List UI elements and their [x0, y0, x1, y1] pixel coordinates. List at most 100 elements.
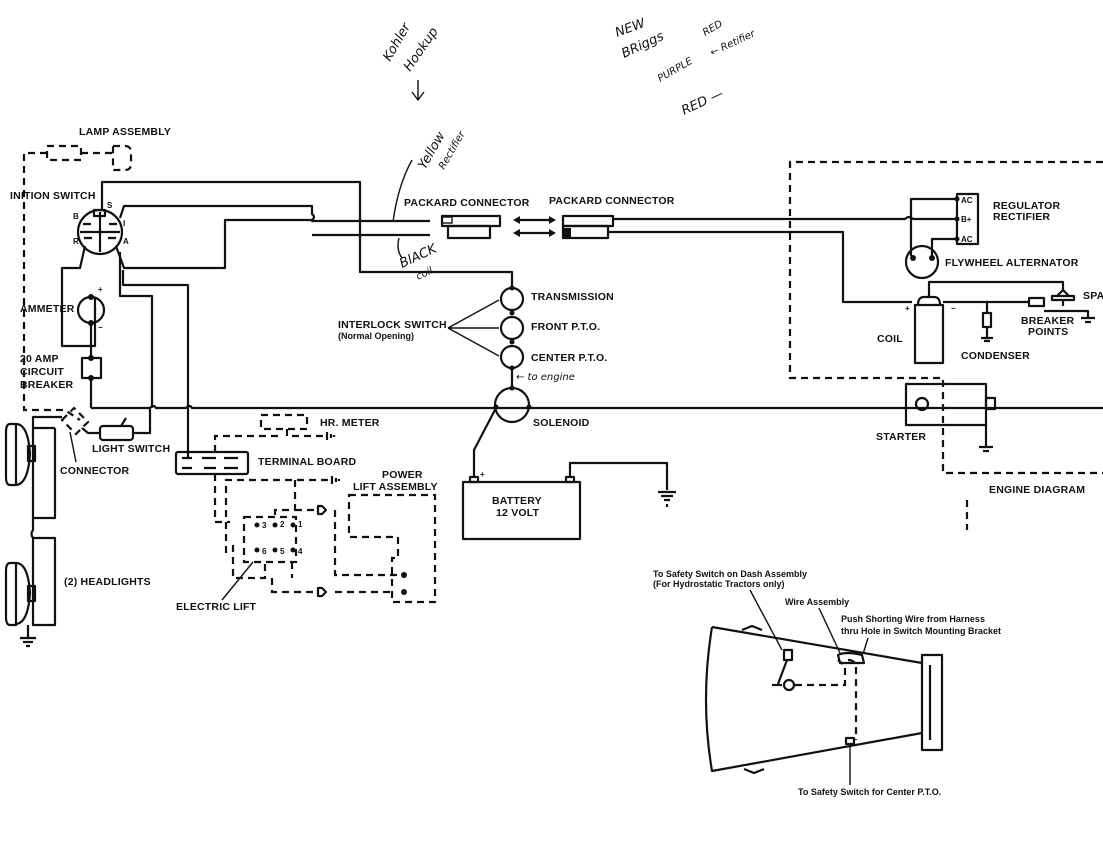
- alternator-terminal-2: [929, 255, 935, 261]
- pin-label-i: I: [123, 219, 125, 228]
- lift-wire-e: [270, 578, 392, 594]
- electric-lift-body: [242, 515, 298, 564]
- coil-top: [916, 295, 942, 306]
- wire-a-loop: [114, 218, 312, 270]
- light-switch-label: LIGHT SWITCH: [92, 443, 170, 455]
- inset-dash-safety-sublabel: (For Hydrostatic Tractors only): [653, 579, 785, 589]
- light-switch-lever: [120, 417, 127, 427]
- lamp-socket: [45, 144, 83, 162]
- pin-label-s: S: [107, 201, 113, 210]
- flywheel-alternator-label: FLYWHEEL ALTERNATOR: [945, 257, 1079, 269]
- breaker-box: [80, 356, 103, 380]
- lift-pin-6: [254, 547, 260, 553]
- interlock-transmission: [499, 286, 525, 312]
- headlight-lower-icon: [4, 561, 32, 627]
- solenoid: SOLENOID: [472, 385, 589, 478]
- inset-bracket: [920, 653, 944, 752]
- note-black-leader: [397, 237, 403, 259]
- inset-wire-assembly-label: Wire Assembly: [785, 597, 849, 607]
- power-lift-terminal-1: [401, 572, 407, 578]
- light-switch: LIGHT SWITCH: [81, 408, 170, 455]
- starter-body: [904, 382, 988, 427]
- headlight-ground-icon: [20, 625, 36, 648]
- power-lift-label-line2: LIFT ASSEMBLY: [353, 481, 438, 493]
- ammeter-minus-label: −: [98, 323, 103, 332]
- lift-wire-c: [273, 480, 315, 517]
- ignition-switch-cross: [80, 212, 120, 252]
- inset-dash-safety-label: To Safety Switch on Dash Assembly: [653, 569, 807, 579]
- inset-shorting-wire-sublabel: thru Hole in Switch Mounting Bracket: [841, 626, 1001, 636]
- note-black: BlACK: [397, 241, 440, 272]
- ammeter-gauge-icon: [76, 295, 106, 325]
- light-switch-body: [98, 424, 135, 442]
- battery-label: BATTERY: [492, 495, 542, 507]
- spark-plug-icon: [1050, 289, 1076, 306]
- coil-minus-label: −: [951, 304, 956, 313]
- breaker-label-line1: 20 AMP: [20, 353, 59, 365]
- hr-meter: HR. METER: [213, 413, 380, 452]
- interlock-label: INTERLOCK SWITCH: [338, 319, 447, 331]
- headlight-upper-socket: [26, 444, 37, 463]
- lamp-bulb-icon: [111, 144, 133, 172]
- inset-housing-tabs: [741, 624, 765, 775]
- lift-pin-5: [272, 547, 278, 553]
- light-switch-feed: [133, 408, 152, 435]
- solenoid-terminal-top: [509, 385, 515, 391]
- lift-pin-label-5: 5: [280, 547, 285, 556]
- packard-left-pin: [441, 216, 453, 224]
- lift-wire-a: [213, 474, 230, 524]
- wiring-diagram: LAMP ASSEMBLY INITION SWITCH S B I R A A…: [4, 16, 1103, 797]
- inset-wire-dashed-2: [847, 658, 858, 740]
- transmission-label: TRANSMISSION: [531, 291, 614, 303]
- headlight-upper-icon: [4, 422, 32, 487]
- packard-left-label: PACKARD CONNECTOR: [404, 197, 530, 209]
- regulator-terminal-bplus: [954, 216, 960, 222]
- lift-diode-icons: [316, 504, 328, 598]
- lift-pin-3: [254, 522, 260, 528]
- headlight-lower-socket: [26, 584, 37, 603]
- inset-center-pto-label: To Safety Switch for Center P.T.O.: [798, 787, 941, 797]
- lamp-assembly-label: LAMP ASSEMBLY: [79, 126, 171, 138]
- wire-packard-to-regulator: [613, 215, 958, 221]
- note-to-engine: ← to engine: [516, 372, 575, 383]
- condenser-body: [981, 311, 993, 329]
- pin-label-a: A: [123, 237, 129, 246]
- lift-pin-label-6: 6: [262, 547, 267, 556]
- starter-label: STARTER: [876, 431, 926, 443]
- note-arrow-down-icon: [411, 80, 425, 102]
- engine-diagram-label: ENGINE DIAGRAM: [989, 484, 1085, 496]
- regulator-pin-ac1: AC: [961, 196, 973, 205]
- ammeter-terminal-plus: [88, 294, 94, 300]
- spark-plug-label: SPA: [1083, 290, 1103, 302]
- hr-meter-wire: [213, 429, 325, 452]
- headlight-wire-upper: [31, 415, 62, 520]
- lift-pin-4: [290, 547, 296, 553]
- flywheel-alternator: FLYWHEEL ALTERNATOR: [904, 244, 1079, 280]
- breaker-points-label-line2: POINTS: [1028, 326, 1068, 338]
- inset-housing-outline: [704, 625, 923, 773]
- lift-wire-b: [224, 478, 330, 553]
- breaker-points-icon: [1027, 296, 1046, 308]
- regulator-pin-bplus: B+: [961, 215, 972, 224]
- note-coil: coil: [415, 265, 435, 282]
- lift-ground-icon: [330, 476, 341, 484]
- pin-label-b: B: [73, 212, 79, 221]
- note-red-small: RED: [701, 18, 725, 38]
- wire-to-light: [118, 252, 154, 408]
- wire-to-terminal: [121, 270, 190, 408]
- starter-ground-icon: [979, 425, 993, 453]
- junction-dot: [509, 310, 515, 316]
- front-pto-label: FRONT P.T.O.: [531, 321, 600, 333]
- regulator-pin-ac2: AC: [961, 235, 973, 244]
- battery-ground-wire: [568, 461, 669, 490]
- lift-pin-label-2: 2: [280, 520, 285, 529]
- solenoid-terminal-right: [526, 404, 532, 410]
- lift-pin-label-4: 4: [298, 547, 303, 556]
- interlock-sublabel: (Normal Opening): [338, 331, 414, 341]
- flywheel-alternator-body: [904, 244, 940, 280]
- power-lift-terminal-2: [401, 589, 407, 595]
- coil-body: [913, 303, 945, 365]
- inset-switch-knob: [782, 678, 796, 692]
- interlock-front-pto: [499, 315, 525, 341]
- packard-connector-right: PACKARD CONNECTOR: [549, 195, 958, 304]
